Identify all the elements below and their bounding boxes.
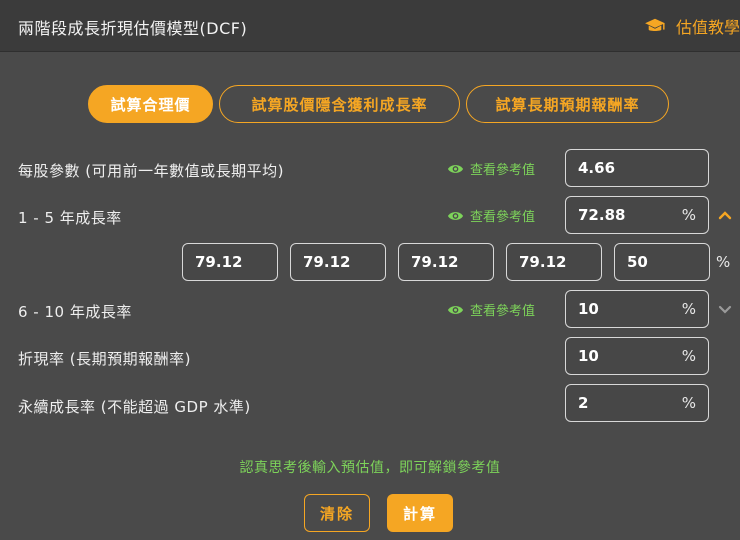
tutorial-label: 估值教學 xyxy=(675,18,740,37)
eye-icon xyxy=(447,211,464,220)
mode-tabs: 試算合理價 試算股價隱含獲利成長率 試算長期預期報酬率 xyxy=(0,85,740,123)
perpetual-growth-value: 2 xyxy=(578,394,589,412)
ref-label: 查看參考值 xyxy=(470,210,536,225)
year-1-value: 79.12 xyxy=(195,253,243,271)
year-1-growth-input[interactable]: 79.12 xyxy=(182,243,278,281)
ref-label: 查看參考值 xyxy=(470,163,536,178)
ref-label: 查看參考值 xyxy=(470,304,536,319)
discount-rate-label: 折現率 (長期預期報酬率) xyxy=(18,350,191,368)
chevron-up-icon[interactable] xyxy=(718,210,732,220)
eye-icon xyxy=(447,164,464,173)
tutorial-link[interactable]: 估值教學 xyxy=(644,14,740,38)
year-4-value: 79.12 xyxy=(519,253,567,271)
eps-value: 4.66 xyxy=(578,159,616,177)
growth-1-5-label: 1 - 5 年成長率 xyxy=(18,209,122,227)
tab-fair-price[interactable]: 試算合理價 xyxy=(88,85,213,123)
year-3-growth-input[interactable]: 79.12 xyxy=(398,243,494,281)
growth-1-5-ref-link[interactable]: 查看參考值 xyxy=(447,206,535,225)
tab-implied-growth[interactable]: 試算股價隱含獲利成長率 xyxy=(219,85,460,123)
title-bar: 兩階段成長折現估價模型(DCF) 估值教學 xyxy=(0,0,740,52)
perpetual-growth-input[interactable]: 2 % xyxy=(565,384,709,422)
eps-label: 每股參數 (可用前一年數值或長期平均) xyxy=(18,162,284,180)
graduation-cap-icon xyxy=(645,18,665,31)
growth-6-10-ref-link[interactable]: 查看參考值 xyxy=(447,300,535,319)
growth-6-10-label: 6 - 10 年成長率 xyxy=(18,303,132,321)
growth-6-10-value: 10 xyxy=(578,300,599,318)
growth-1-5-input[interactable]: 72.88 % xyxy=(565,196,709,234)
year-5-growth-input[interactable]: 50 xyxy=(614,243,710,281)
percent-unit: % xyxy=(681,206,696,224)
eye-icon xyxy=(447,305,464,314)
eps-ref-link[interactable]: 查看參考值 xyxy=(447,159,535,178)
perpetual-growth-label: 永續成長率 (不能超過 GDP 水準) xyxy=(18,398,251,416)
growth-1-5-value: 72.88 xyxy=(578,206,626,224)
growth-6-10-input[interactable]: 10 % xyxy=(565,290,709,328)
yearly-percent-unit: % xyxy=(716,253,731,271)
calculate-button[interactable]: 計算 xyxy=(387,494,453,532)
eps-input[interactable]: 4.66 xyxy=(565,149,709,187)
discount-rate-value: 10 xyxy=(578,347,599,365)
clear-button[interactable]: 清除 xyxy=(304,494,370,532)
page-title: 兩階段成長折現估價模型(DCF) xyxy=(18,19,248,38)
percent-unit: % xyxy=(681,394,696,412)
year-4-growth-input[interactable]: 79.12 xyxy=(506,243,602,281)
chevron-down-icon[interactable] xyxy=(718,304,732,314)
unlock-hint: 認真思考後輸入預估值，即可解鎖參考值 xyxy=(239,460,501,476)
percent-unit: % xyxy=(681,347,696,365)
tab-expected-return[interactable]: 試算長期預期報酬率 xyxy=(466,85,669,123)
discount-rate-input[interactable]: 10 % xyxy=(565,337,709,375)
percent-unit: % xyxy=(681,300,696,318)
year-2-value: 79.12 xyxy=(303,253,351,271)
year-3-value: 79.12 xyxy=(411,253,459,271)
year-2-growth-input[interactable]: 79.12 xyxy=(290,243,386,281)
year-5-value: 50 xyxy=(627,253,648,271)
